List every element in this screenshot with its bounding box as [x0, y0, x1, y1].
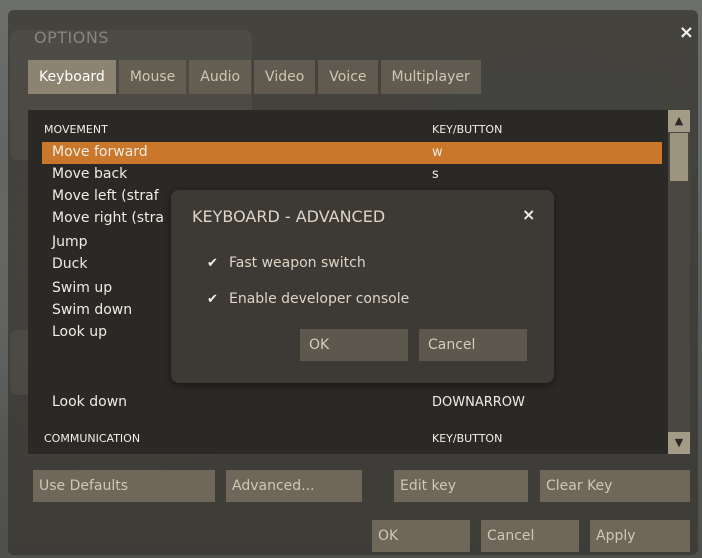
advanced-button[interactable]: Advanced... [226, 470, 362, 502]
dialog-title: KEYBOARD - ADVANCED [192, 207, 386, 226]
binding-action: Swim down [52, 302, 133, 318]
scroll-down-arrow-icon[interactable]: ▼ [668, 432, 690, 454]
binding-key: DOWNARROW [432, 395, 525, 410]
binding-key: w [432, 145, 443, 160]
binding-action: Move right (stra [52, 210, 164, 226]
binding-action: Look down [52, 394, 128, 410]
tab-video[interactable]: Video [254, 60, 316, 94]
binding-row[interactable]: Move back s [42, 164, 662, 186]
binding-action: Move back [52, 166, 128, 182]
binding-action: Move left (straf [52, 188, 159, 204]
tab-audio[interactable]: Audio [189, 60, 252, 94]
checkmark-icon: ✔ [207, 292, 218, 307]
cancel-button[interactable]: Cancel [481, 520, 579, 552]
keyboard-advanced-dialog: KEYBOARD - ADVANCED × ✔ Fast weapon switc… [171, 190, 554, 383]
binding-action: Jump [52, 234, 88, 250]
use-defaults-button[interactable]: Use Defaults [33, 470, 215, 502]
section-header-movement: MOVEMENT [44, 123, 108, 136]
tab-multiplayer[interactable]: Multiplayer [380, 60, 481, 94]
apply-button[interactable]: Apply [590, 520, 690, 552]
close-icon[interactable]: × [679, 22, 694, 43]
scrollbar-thumb[interactable] [670, 133, 688, 181]
checkmark-icon: ✔ [207, 256, 218, 271]
clear-key-button[interactable]: Clear Key [540, 470, 690, 502]
binding-row[interactable]: Look down DOWNARROW [42, 392, 662, 414]
section-header-communication: COMMUNICATION [44, 432, 141, 445]
ok-button[interactable]: OK [372, 520, 470, 552]
dialog-ok-button[interactable]: OK [300, 329, 408, 361]
tab-bar: Keyboard Mouse Audio Video Voice Multipl… [28, 60, 484, 94]
fast-weapon-switch-checkbox[interactable]: ✔ Fast weapon switch [207, 255, 366, 271]
binding-action: Move forward [52, 144, 148, 160]
developer-console-checkbox[interactable]: ✔ Enable developer console [207, 291, 409, 307]
binding-action: Look up [52, 324, 108, 340]
edit-key-button[interactable]: Edit key [394, 470, 528, 502]
dialog-cancel-button[interactable]: Cancel [419, 329, 527, 361]
checkbox-label: Enable developer console [229, 291, 410, 307]
checkbox-label: Fast weapon switch [229, 255, 366, 271]
binding-key: s [432, 167, 439, 182]
tab-voice[interactable]: Voice [318, 60, 378, 94]
tab-keyboard[interactable]: Keyboard [28, 60, 116, 94]
key-column-header: KEY/BUTTON [432, 432, 503, 445]
binding-action: Duck [52, 256, 88, 272]
scroll-up-arrow-icon[interactable]: ▲ [668, 110, 690, 132]
binding-action: Swim up [52, 280, 113, 296]
key-column-header: KEY/BUTTON [432, 123, 503, 136]
dialog-close-icon[interactable]: × [522, 205, 535, 224]
window-title: OPTIONS [34, 28, 109, 47]
tab-mouse[interactable]: Mouse [118, 60, 187, 94]
binding-row[interactable]: Move forward w [42, 142, 662, 164]
